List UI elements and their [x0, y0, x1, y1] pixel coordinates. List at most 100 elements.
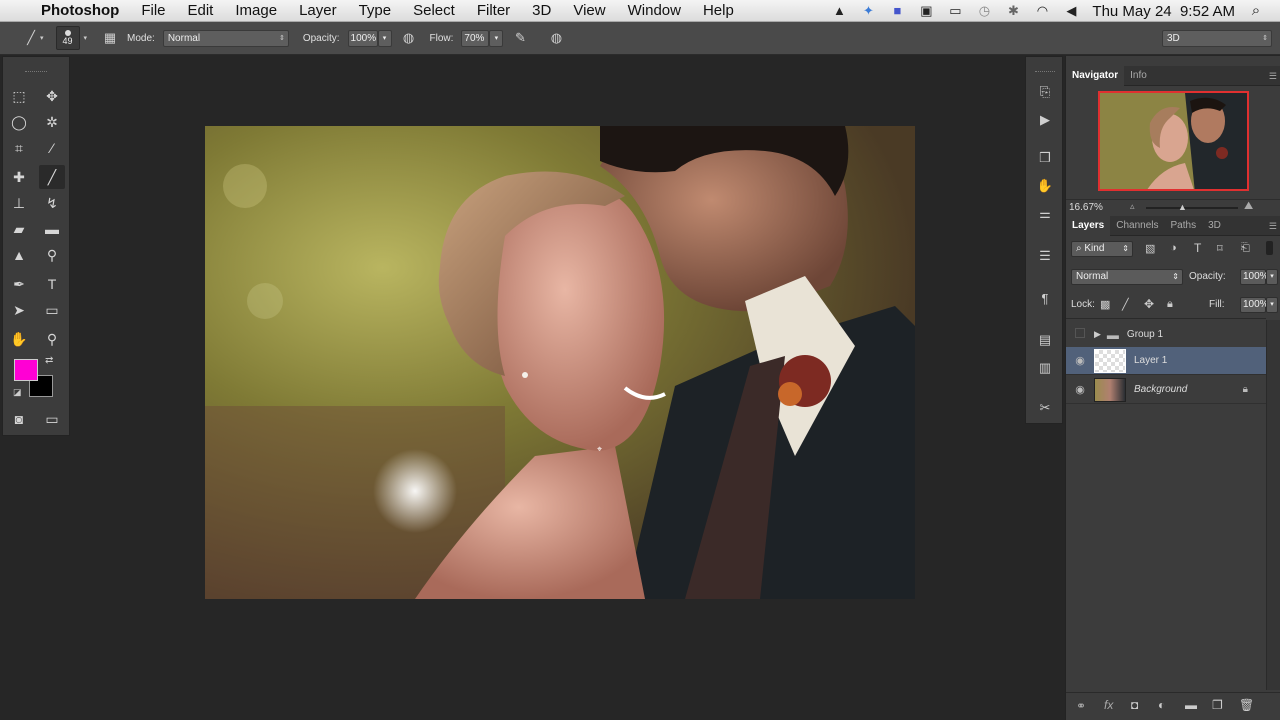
zoom-slider-track[interactable]	[1146, 207, 1238, 209]
screen-mode-icon[interactable]: ▭	[39, 407, 65, 431]
new-layer-icon[interactable]: ❐	[1212, 698, 1223, 712]
crop-tool-icon[interactable]: ⌗	[6, 136, 32, 160]
tab-layers[interactable]: Layers	[1066, 215, 1111, 236]
pen-tool-icon[interactable]: ✒	[6, 272, 32, 296]
menu-filter[interactable]: Filter	[466, 0, 521, 22]
time-machine-icon[interactable]: ◷	[976, 4, 992, 18]
menu-edit[interactable]: Edit	[177, 0, 225, 22]
navigator-thumbnail[interactable]	[1098, 91, 1249, 191]
opacity-dropdown-button[interactable]: ▾	[377, 29, 392, 47]
paragraph-styles-icon[interactable]: ▥	[1034, 357, 1056, 379]
delete-layer-icon[interactable]: 🗑︎	[1239, 698, 1254, 712]
scanner-icon[interactable]: ▣	[918, 4, 934, 18]
panel-menu-icon[interactable]: ☰	[1269, 66, 1277, 86]
properties-icon[interactable]: ☰	[1034, 245, 1056, 267]
menu-app-name[interactable]: Photoshop	[30, 0, 130, 22]
type-tool-icon[interactable]: T	[39, 272, 65, 296]
drive-icon[interactable]: ▲	[831, 4, 847, 18]
path-selection-tool-icon[interactable]: ➤	[6, 298, 32, 322]
layer-name[interactable]: Layer 1	[1134, 355, 1167, 366]
sync-icon[interactable]: ✦	[860, 4, 876, 18]
brush-panel-toggle-icon[interactable]: ▦	[101, 29, 119, 47]
airbrush-icon[interactable]: ✎	[511, 29, 529, 47]
expand-triangle-icon[interactable]: ▶	[1094, 329, 1101, 340]
add-layer-style-icon[interactable]: fx	[1104, 698, 1113, 712]
mode-select[interactable]: Normal ⇕	[162, 29, 289, 47]
quick-mask-icon[interactable]: ◙	[6, 407, 32, 431]
lock-position-icon[interactable]: ✥	[1144, 297, 1154, 311]
menu-file[interactable]: File	[130, 0, 176, 22]
dock-grip[interactable]	[1035, 71, 1055, 74]
lock-transparency-icon[interactable]: ▩	[1100, 298, 1110, 311]
tab-info[interactable]: Info	[1124, 66, 1153, 86]
lasso-tool-icon[interactable]: ◯	[6, 110, 32, 134]
tab-paths[interactable]: Paths	[1165, 216, 1203, 236]
3d-panel-icon[interactable]: ❒	[1034, 147, 1056, 169]
blur-tool-icon[interactable]: ▲	[6, 243, 32, 267]
menu-type[interactable]: Type	[348, 0, 403, 22]
layer-row-group-1[interactable]: ▶ ▬ Group 1	[1066, 321, 1266, 349]
healing-brush-tool-icon[interactable]: ✚	[6, 165, 32, 189]
layer-filter-kind-select[interactable]: ⌕ Kind ⇕	[1071, 241, 1133, 257]
menu-layer[interactable]: Layer	[288, 0, 348, 22]
swap-colors-icon[interactable]: ⇄	[45, 355, 53, 366]
filter-pixel-icon[interactable]: ▧	[1145, 242, 1155, 255]
display-icon[interactable]: ▭	[947, 4, 963, 18]
magic-wand-tool-icon[interactable]: ✲	[39, 110, 65, 134]
rectangle-tool-icon[interactable]: ▭	[39, 298, 65, 322]
tool-presets-icon[interactable]: ✋	[1034, 175, 1056, 197]
flow-input[interactable]: 70%	[461, 29, 490, 47]
menu-3d[interactable]: 3D	[521, 0, 562, 22]
history-brush-tool-icon[interactable]: ↯	[39, 191, 65, 215]
menu-image[interactable]: Image	[224, 0, 288, 22]
layers-scrollbar[interactable]	[1266, 320, 1280, 690]
menu-select[interactable]: Select	[402, 0, 466, 22]
filter-type-icon[interactable]: T	[1194, 241, 1201, 255]
zoom-slider-handle[interactable]: ▲	[1178, 202, 1187, 212]
toolbar-grip[interactable]	[25, 71, 47, 74]
marquee-tool-icon[interactable]: ⬚	[6, 84, 32, 108]
menu-window[interactable]: Window	[617, 0, 692, 22]
filter-shape-icon[interactable]: ⌑	[1217, 242, 1223, 255]
layers-panel-menu-icon[interactable]: ☰	[1269, 216, 1277, 236]
history-panel-icon[interactable]: ⎘	[1034, 81, 1056, 103]
opacity-input[interactable]: 100%	[347, 29, 378, 47]
pressure-size-icon[interactable]: ◍	[547, 29, 565, 47]
tab-navigator[interactable]: Navigator	[1066, 65, 1125, 86]
paragraph-icon[interactable]: ¶	[1034, 287, 1056, 309]
dodge-tool-icon[interactable]: ⚲	[39, 243, 65, 267]
clone-source-icon[interactable]: ✂	[1034, 397, 1056, 419]
brush-tool-icon[interactable]: ╱	[39, 165, 65, 189]
layer-name[interactable]: Group 1	[1127, 329, 1163, 340]
gradient-tool-icon[interactable]: ▬	[39, 217, 65, 241]
default-colors-icon[interactable]: ◪	[13, 387, 22, 398]
app-badge-icon[interactable]: ■	[889, 4, 905, 18]
lock-all-icon[interactable]: 🔒︎	[1167, 298, 1173, 311]
bluetooth-icon[interactable]: ✱	[1005, 4, 1021, 18]
spotlight-search-icon[interactable]: ⌕	[1248, 3, 1264, 18]
tab-3d[interactable]: 3D	[1202, 216, 1227, 236]
zoom-tool-icon[interactable]: ⚲	[39, 327, 65, 351]
workspace-select[interactable]: 3D ⇕	[1162, 30, 1272, 47]
document-canvas[interactable]: ⌖	[205, 126, 915, 599]
brush-tool-preset-icon[interactable]: ╱	[22, 29, 40, 47]
eraser-tool-icon[interactable]: ▰	[6, 217, 32, 241]
chevron-down-icon[interactable]: ▾	[40, 34, 44, 42]
menu-help[interactable]: Help	[692, 0, 745, 22]
filter-toggle-icon[interactable]	[1266, 241, 1273, 255]
add-mask-icon[interactable]: ◘	[1131, 698, 1138, 712]
tab-channels[interactable]: Channels	[1110, 216, 1164, 236]
eyedropper-tool-icon[interactable]: ⁄	[39, 136, 65, 160]
adjustments-icon[interactable]: ⚌	[1034, 203, 1056, 225]
visibility-eye-icon[interactable]: ◉	[1066, 383, 1094, 396]
clock[interactable]: Thu May 24 9:52 AM	[1092, 3, 1235, 20]
clone-stamp-tool-icon[interactable]: ⊥	[6, 191, 32, 215]
volume-icon[interactable]: ◀	[1063, 4, 1079, 18]
brush-size-preview[interactable]: 49	[55, 26, 80, 50]
flow-dropdown-button[interactable]: ▾	[489, 29, 504, 47]
zoom-in-icon[interactable]: ⛰	[1244, 200, 1253, 213]
foreground-color-swatch[interactable]	[14, 359, 38, 381]
zoom-out-icon[interactable]: ▵	[1130, 201, 1135, 212]
layer-opacity-input[interactable]: 100%	[1240, 269, 1269, 285]
layer-row-background[interactable]: ◉ Background 🔒︎	[1066, 376, 1266, 404]
